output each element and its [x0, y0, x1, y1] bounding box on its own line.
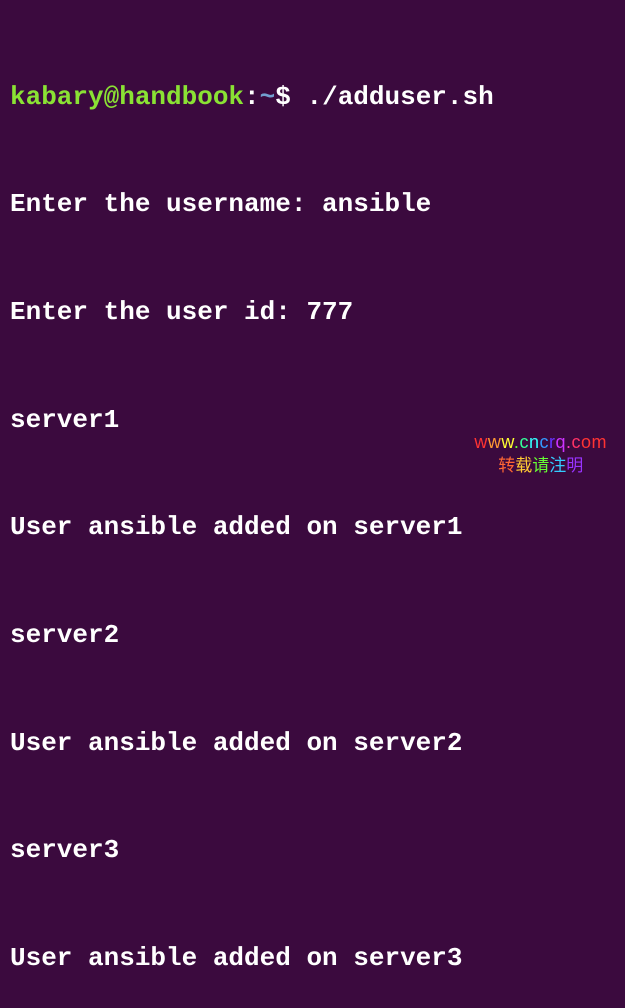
input-prompt-line: Enter the user id: 777 — [10, 295, 615, 331]
terminal-window[interactable]: kabary@handbook:~$ ./adduser.sh Enter th… — [10, 8, 615, 1008]
output-line: User ansible added on server2 — [10, 726, 615, 762]
output-line: User ansible added on server3 — [10, 941, 615, 977]
output-line: server2 — [10, 618, 615, 654]
output-line: server1 — [10, 403, 615, 439]
input-prompt-line: Enter the username: ansible — [10, 187, 615, 223]
prompt-path: ~ — [260, 82, 276, 112]
prompt-line: kabary@handbook:~$ ./adduser.sh — [10, 80, 615, 116]
output-line: User ansible added on server1 — [10, 510, 615, 546]
prompt-dollar: $ — [275, 82, 306, 112]
output-line: server3 — [10, 833, 615, 869]
command-text: ./adduser.sh — [306, 82, 493, 112]
prompt-user-host: kabary@handbook — [10, 82, 244, 112]
prompt-colon: : — [244, 82, 260, 112]
